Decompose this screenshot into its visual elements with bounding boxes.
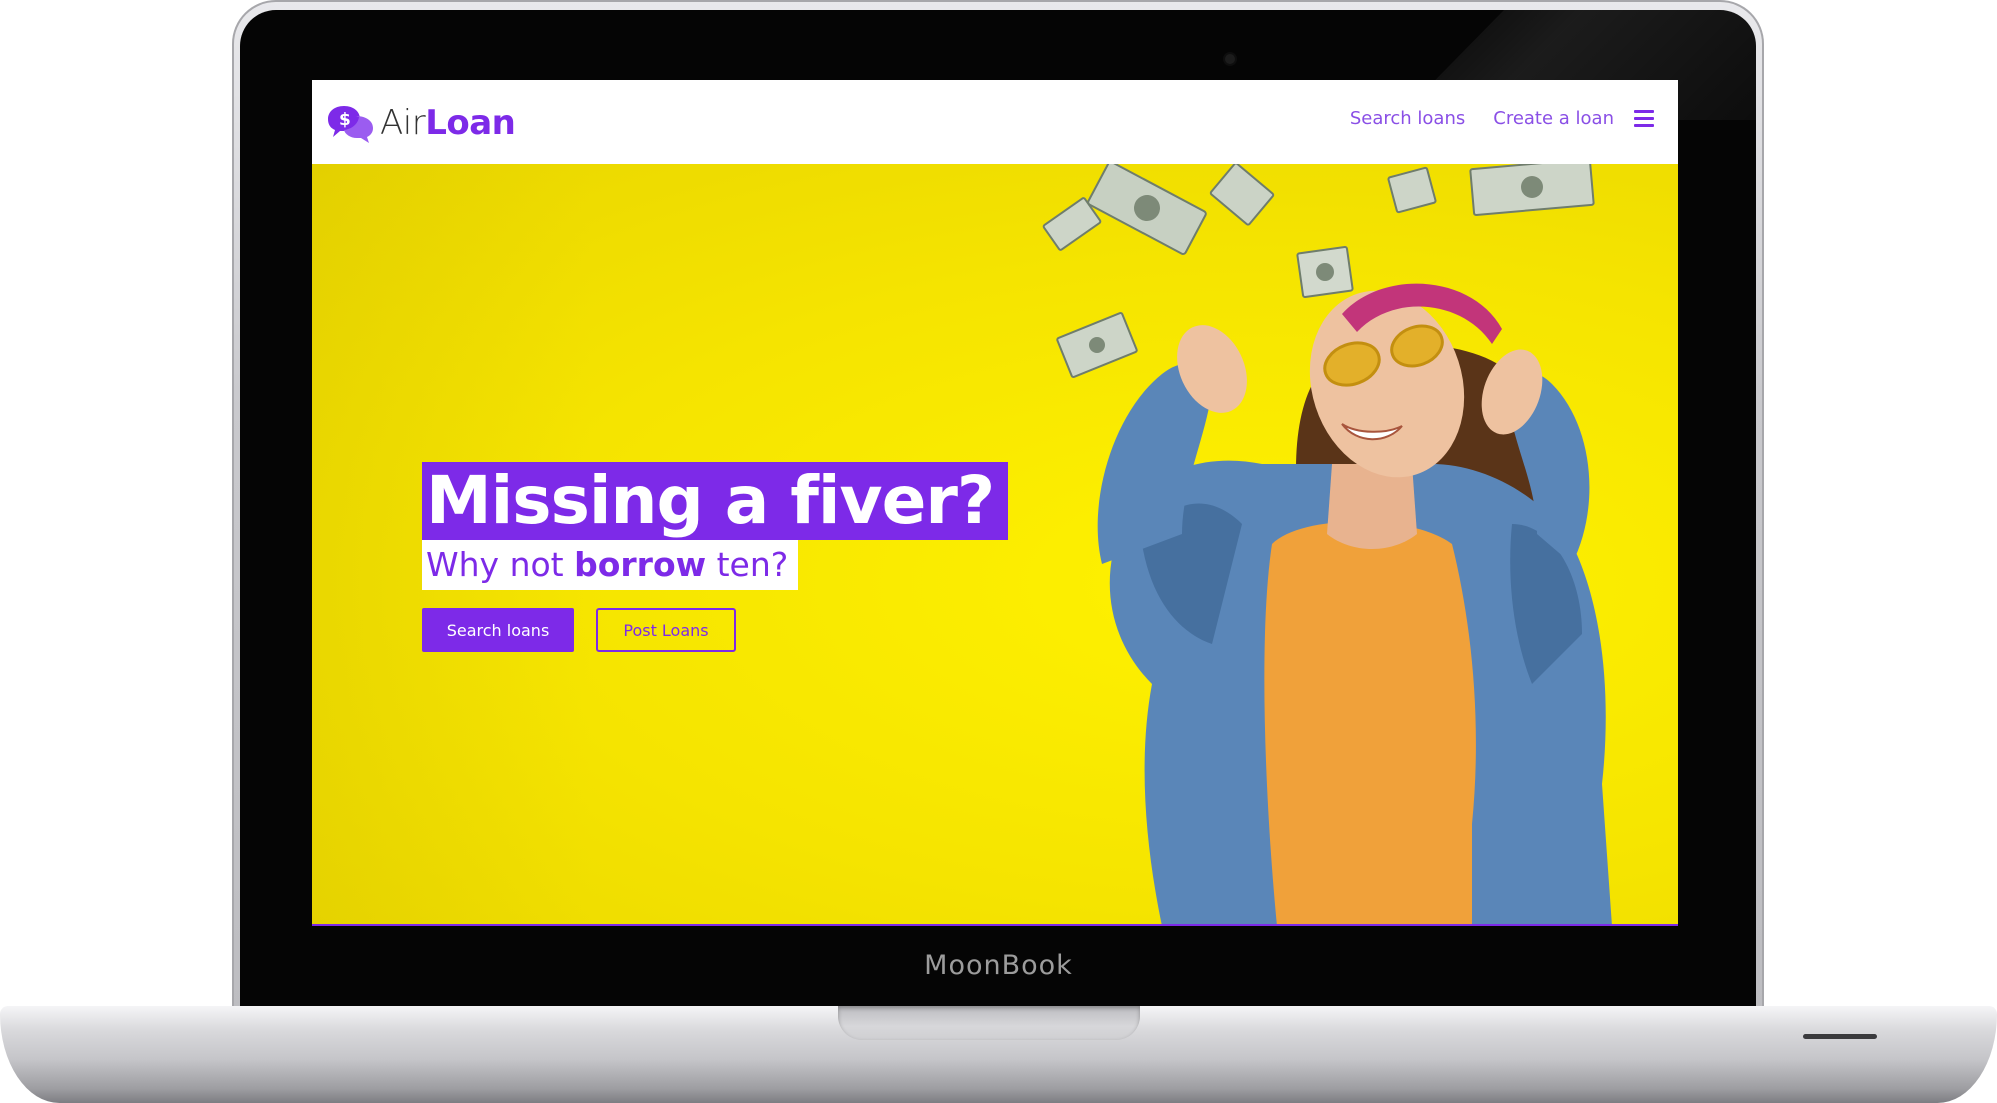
money-bill-icon: [1387, 166, 1437, 214]
search-loans-button[interactable]: Search loans: [422, 608, 574, 652]
webcam-icon: [1225, 54, 1235, 64]
logo-prefix: Air: [380, 103, 426, 143]
logo[interactable]: $ AirLoan: [326, 100, 516, 146]
hero-image: [1042, 164, 1612, 926]
laptop-screen: $ AirLoan Search loans Create a loan Mis…: [312, 80, 1678, 926]
logo-text: AirLoan: [380, 103, 516, 143]
hero-section: Missing a fiver? Why not borrow ten? Sea…: [312, 164, 1678, 926]
logo-suffix: Loan: [425, 103, 516, 143]
hero-buttons: Search loans Post Loans: [422, 608, 736, 652]
navbar: $ AirLoan Search loans Create a loan: [312, 80, 1678, 164]
svg-text:$: $: [339, 110, 351, 130]
money-bill-icon: [1469, 164, 1595, 216]
hero-headline: Missing a fiver?: [422, 462, 1009, 540]
menu-bar: [1634, 123, 1654, 127]
subheadline-suffix: ten?: [706, 545, 789, 584]
hero-subheadline: Why not borrow ten?: [422, 540, 799, 590]
menu-bar: [1634, 109, 1654, 113]
money-bill-icon: [1209, 164, 1275, 226]
hamburger-menu-icon[interactable]: [1634, 109, 1654, 128]
money-bill-icon: [1056, 312, 1138, 378]
money-bill-icon: [1296, 245, 1354, 299]
nav-link-create-loan[interactable]: Create a loan: [1493, 108, 1614, 129]
money-bill-icon: [1087, 164, 1207, 255]
laptop-base-slot: [1803, 1034, 1877, 1039]
hero-text: Missing a fiver? Why not borrow ten?: [422, 462, 1009, 590]
nav-links: Search loans Create a loan: [1322, 108, 1654, 129]
subheadline-bold: borrow: [574, 545, 707, 584]
nav-link-search-loans[interactable]: Search loans: [1350, 108, 1465, 129]
screen-bottom-border: [312, 924, 1678, 926]
laptop-mockup: MoonBook $ AirLoan Search loans Create a…: [0, 0, 1997, 1103]
post-loans-button[interactable]: Post Loans: [596, 608, 736, 652]
subheadline-prefix: Why not: [426, 545, 575, 584]
menu-bar: [1634, 116, 1654, 120]
laptop-brand-label: MoonBook: [924, 950, 1073, 981]
chat-bubble-dollar-icon: $: [328, 106, 373, 143]
laptop-base-notch: [838, 1006, 1140, 1040]
